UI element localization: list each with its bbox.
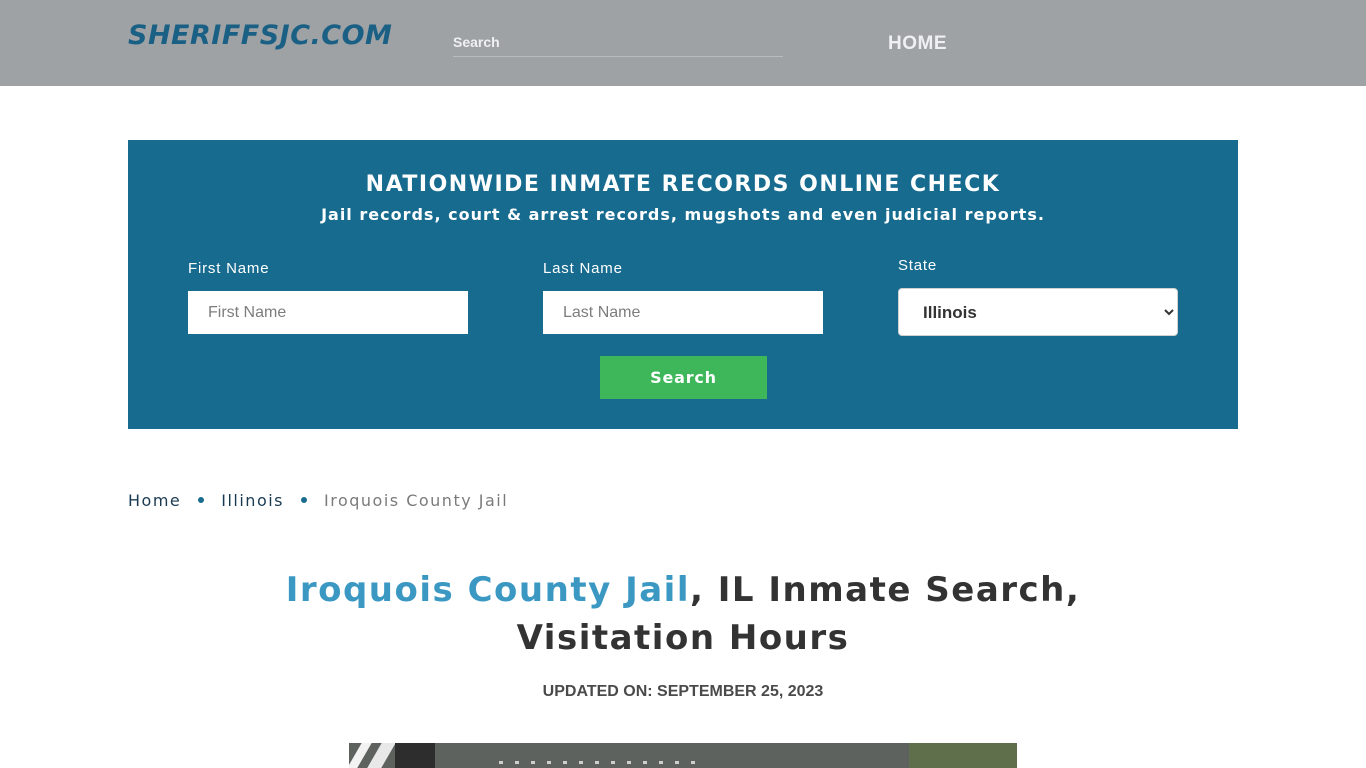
state-select[interactable]: Illinois <box>898 288 1178 336</box>
breadcrumb-separator-dot <box>198 496 205 503</box>
breadcrumb-current: Iroquois County Jail <box>324 491 509 510</box>
site-logo[interactable]: SHERIFFSJC.COM <box>128 20 392 51</box>
hero-subtitle: Jail records, court & arrest records, mu… <box>321 205 1045 224</box>
breadcrumb-illinois[interactable]: Illinois <box>221 491 284 510</box>
hero-title: NATIONWIDE INMATE RECORDS ONLINE CHECK <box>365 172 1001 197</box>
breadcrumb: Home Illinois Iroquois County Jail <box>128 491 508 510</box>
header-search <box>453 34 783 57</box>
jail-aerial-photo <box>349 743 1017 768</box>
breadcrumb-separator-dot <box>301 496 308 503</box>
nav-home-link[interactable]: HOME <box>888 33 947 55</box>
search-button[interactable]: Search <box>600 356 767 399</box>
last-name-input[interactable] <box>543 291 823 334</box>
last-name-label: Last Name <box>543 260 623 277</box>
state-label: State <box>898 257 938 274</box>
header-search-input[interactable] <box>453 34 783 50</box>
page-title: Iroquois County Jail, IL Inmate Search, … <box>230 566 1136 662</box>
first-name-label: First Name <box>188 260 270 277</box>
updated-date: UPDATED ON: SEPTEMBER 25, 2023 <box>542 683 824 700</box>
top-header: SHERIFFSJC.COM HOME <box>0 0 1366 86</box>
inmate-search-panel: NATIONWIDE INMATE RECORDS ONLINE CHECK J… <box>128 140 1238 429</box>
page-title-highlight: Iroquois County Jail <box>285 570 690 610</box>
breadcrumb-home[interactable]: Home <box>128 491 181 510</box>
first-name-input[interactable] <box>188 291 468 334</box>
